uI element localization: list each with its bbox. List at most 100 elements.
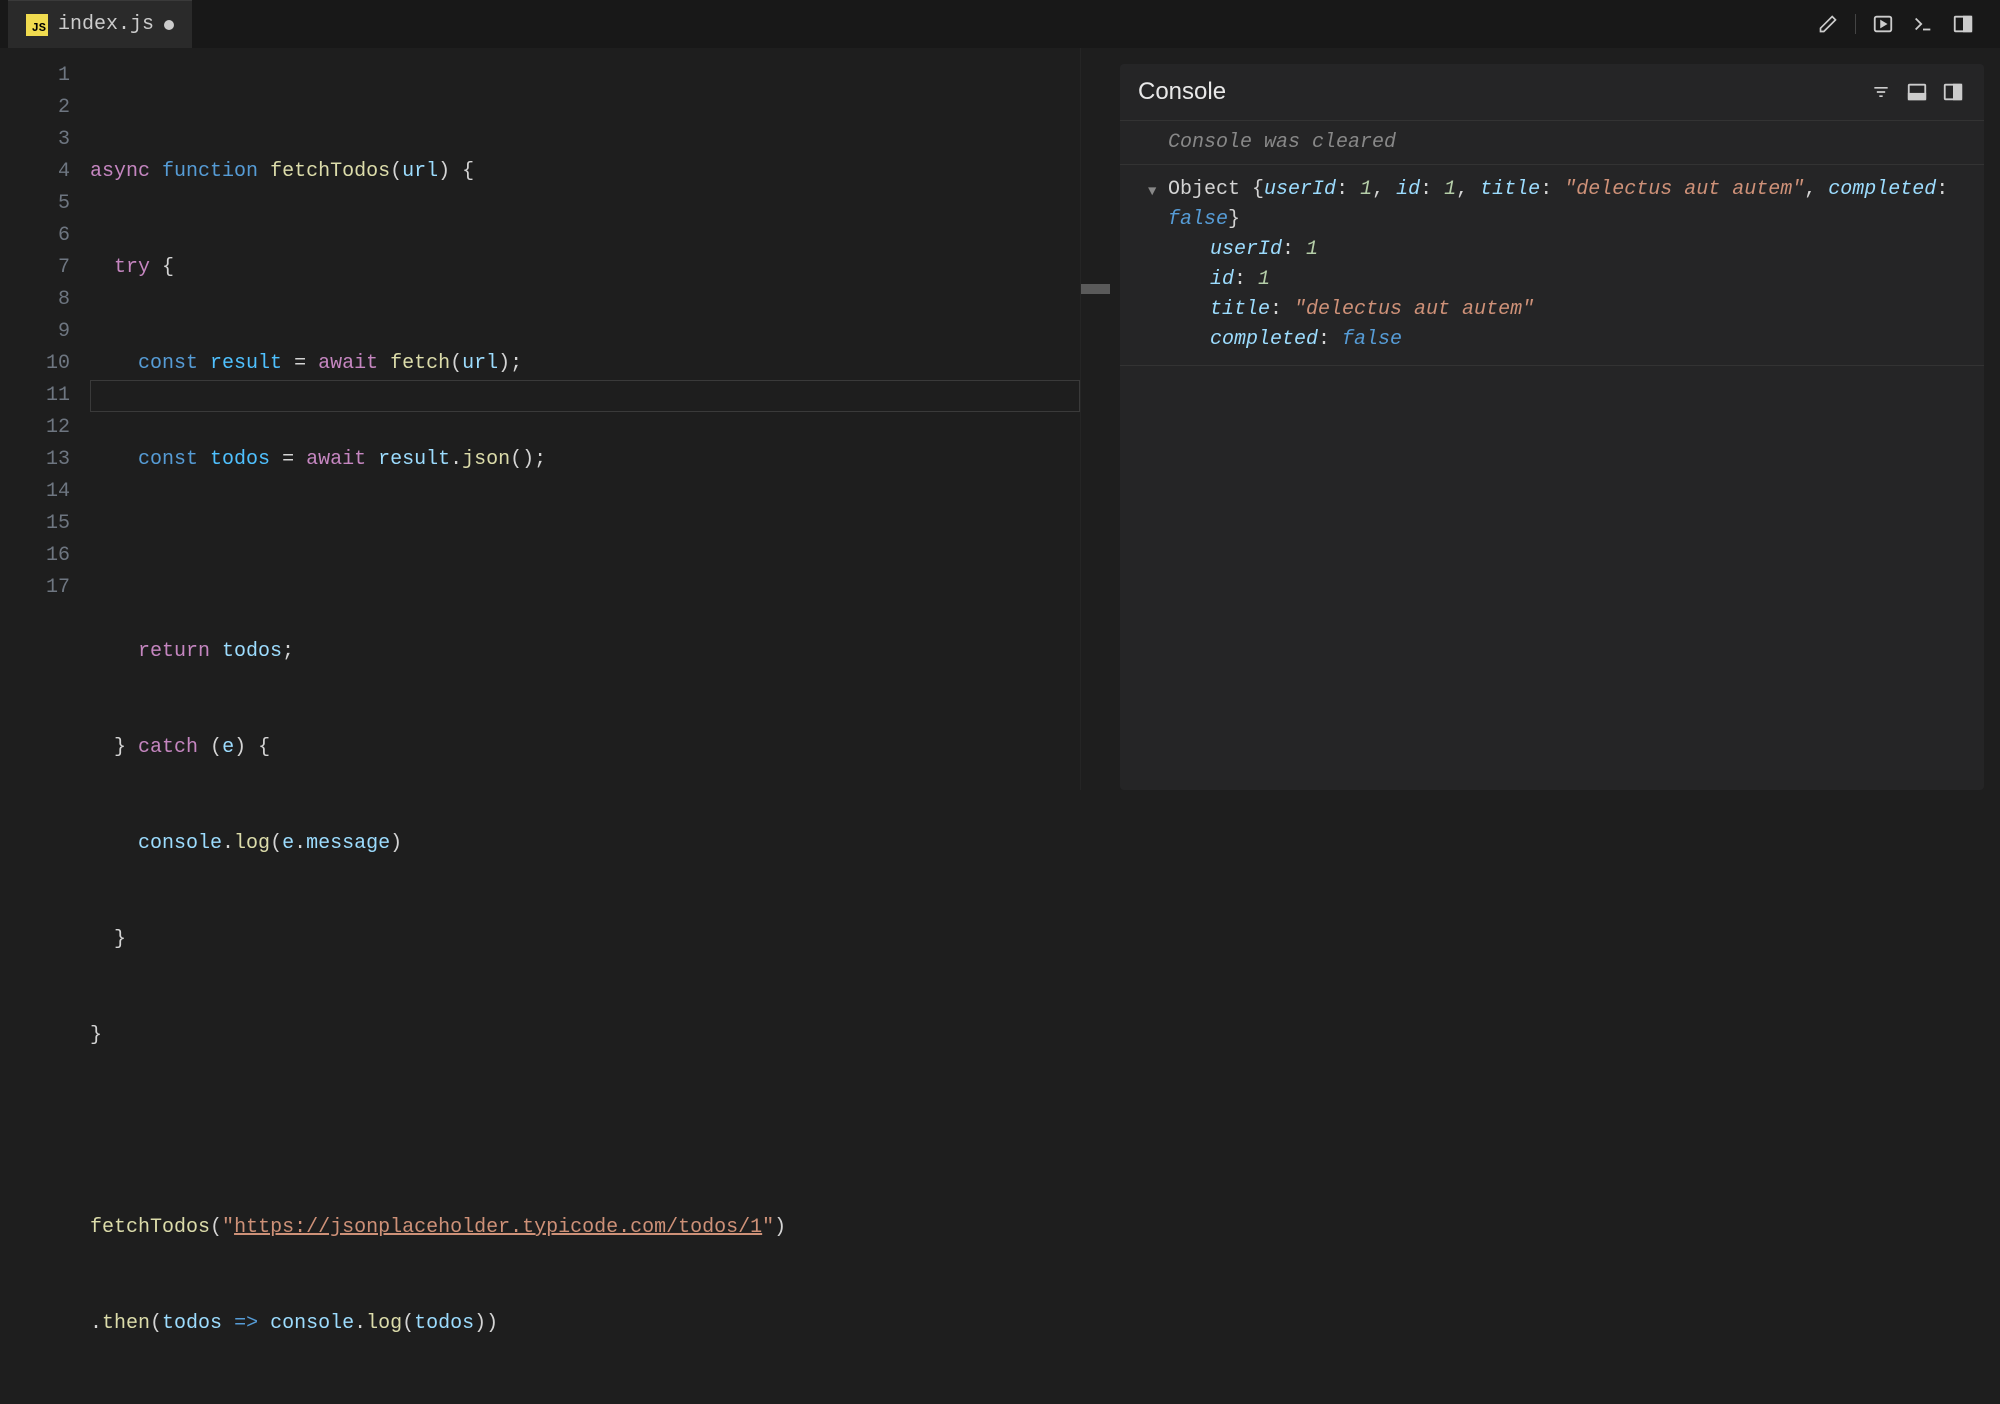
token: url	[402, 160, 438, 183]
summary-key: id	[1396, 178, 1420, 201]
tab-bar: JS index.js	[0, 0, 192, 48]
object-property: userId: 1	[1168, 235, 1960, 265]
console-pane: Console Console was cleared ▼ Object {us…	[1110, 48, 2000, 790]
line-number: 8	[0, 284, 70, 316]
line-number-gutter: 1 2 3 4 5 6 7 8 9 10 11 12 13 14 15 16 1…	[0, 48, 90, 790]
token: fetchTodos	[90, 1216, 210, 1239]
token: fetch	[378, 352, 450, 375]
line-number: 17	[0, 572, 70, 604]
token: ))	[474, 1312, 498, 1335]
console-log-entry[interactable]: ▼ Object {userId: 1, id: 1, title: "dele…	[1120, 165, 1984, 366]
token: await	[318, 352, 378, 375]
token: const	[138, 448, 198, 471]
object-label: Object	[1168, 178, 1240, 201]
unsaved-indicator-icon	[164, 20, 174, 30]
tab-indexjs[interactable]: JS index.js	[8, 0, 192, 48]
split-editor-icon[interactable]	[1950, 11, 1976, 37]
object-property: completed: false	[1168, 325, 1960, 355]
object-property: title: "delectus aut autem"	[1168, 295, 1960, 325]
panel-bottom-icon[interactable]	[1904, 79, 1930, 105]
token: =	[282, 352, 318, 375]
line-number: 11	[0, 380, 70, 412]
token: .	[90, 1312, 102, 1335]
line-number: 10	[0, 348, 70, 380]
token: then	[102, 1312, 150, 1335]
token: fetchTodos	[270, 160, 390, 183]
code-editor[interactable]: async function fetchTodos(url) { try { c…	[90, 48, 1080, 790]
panel-right-icon[interactable]	[1940, 79, 1966, 105]
line-number: 14	[0, 476, 70, 508]
token: log	[234, 832, 270, 855]
line-number: 12	[0, 412, 70, 444]
token: log	[366, 1312, 402, 1335]
filter-icon[interactable]	[1868, 79, 1894, 105]
token: json	[462, 448, 510, 471]
summary-value: 1	[1360, 178, 1372, 201]
token: "	[762, 1216, 774, 1239]
token: }	[90, 1024, 102, 1047]
token: console	[138, 832, 222, 855]
token: =	[270, 448, 306, 471]
line-number: 4	[0, 156, 70, 188]
token: https://jsonplaceholder.typicode.com/tod…	[234, 1216, 762, 1239]
terminal-icon[interactable]	[1910, 11, 1936, 37]
token: console	[270, 1312, 354, 1335]
summary-key: userId	[1264, 178, 1336, 201]
javascript-icon: JS	[26, 14, 48, 36]
token: async	[90, 160, 150, 183]
token: await	[306, 448, 366, 471]
token: (	[210, 1216, 222, 1239]
token: "	[222, 1216, 234, 1239]
token: {	[150, 256, 174, 279]
token: ;	[282, 640, 294, 663]
line-number: 16	[0, 540, 70, 572]
line-number: 9	[0, 316, 70, 348]
token: (	[450, 352, 462, 375]
token: ();	[510, 448, 546, 471]
editor-actions	[1815, 11, 2000, 37]
editor-pane: 1 2 3 4 5 6 7 8 9 10 11 12 13 14 15 16 1…	[0, 48, 1110, 790]
minimap[interactable]	[1080, 48, 1110, 790]
console-header: Console	[1120, 64, 1984, 121]
object-property: id: 1	[1168, 265, 1960, 295]
token: )	[774, 1216, 786, 1239]
line-number: 13	[0, 444, 70, 476]
edit-icon[interactable]	[1815, 11, 1841, 37]
token: message	[306, 832, 390, 855]
summary-value: false	[1168, 208, 1228, 231]
token: }	[114, 928, 126, 951]
line-number: 15	[0, 508, 70, 540]
console-cleared-message: Console was cleared	[1120, 121, 1984, 165]
token: {	[450, 160, 474, 183]
token: }	[114, 736, 138, 759]
token: result	[210, 352, 282, 375]
active-line-highlight	[90, 380, 1080, 412]
token: const	[138, 352, 198, 375]
token: =>	[222, 1312, 270, 1335]
summary-key: completed	[1828, 178, 1936, 201]
line-number: 1	[0, 60, 70, 92]
token: try	[114, 256, 150, 279]
console-title: Console	[1138, 78, 1226, 106]
token: .	[354, 1312, 366, 1335]
line-number: 6	[0, 220, 70, 252]
token: (	[150, 1312, 162, 1335]
token: url	[462, 352, 498, 375]
token: todos	[210, 448, 270, 471]
token: (	[270, 832, 282, 855]
token: .	[450, 448, 462, 471]
token: return	[138, 640, 210, 663]
token: )	[390, 832, 402, 855]
console-panel: Console Console was cleared ▼ Object {us…	[1120, 64, 1984, 790]
expand-arrow-icon[interactable]: ▼	[1148, 177, 1156, 207]
line-number: 2	[0, 92, 70, 124]
token: todos	[414, 1312, 474, 1335]
minimap-viewport[interactable]	[1081, 284, 1110, 294]
play-icon[interactable]	[1870, 11, 1896, 37]
main-area: 1 2 3 4 5 6 7 8 9 10 11 12 13 14 15 16 1…	[0, 48, 2000, 790]
summary-key: title	[1480, 178, 1540, 201]
token: )	[438, 160, 450, 183]
token: function	[162, 160, 258, 183]
token: (	[402, 1312, 414, 1335]
token: e	[282, 832, 294, 855]
